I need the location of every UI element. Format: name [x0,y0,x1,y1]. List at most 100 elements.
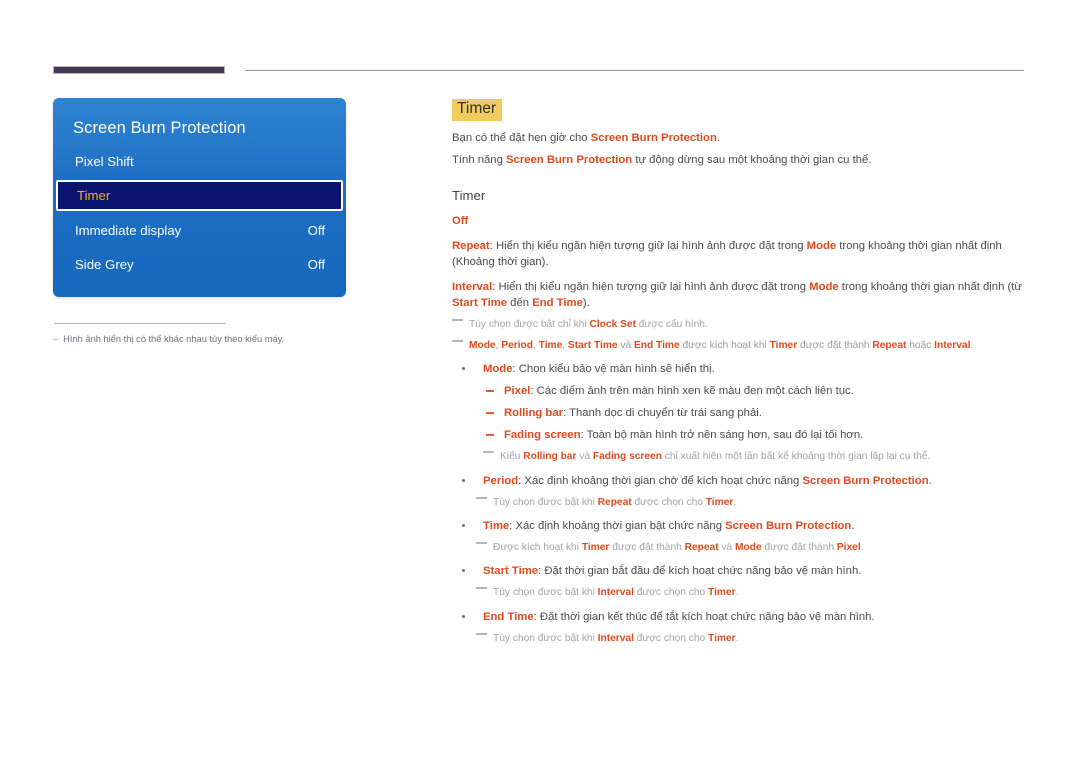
subbullet-rolling-text: : Thanh dọc di chuyển từ trái sang phải. [563,407,762,420]
keyword-mode: Mode [483,363,513,376]
osd-row-immediate-display[interactable]: Immediate display Off [53,215,346,245]
keyword-pixel: Pixel [504,385,531,398]
keyword-repeat: Repeat [597,496,632,508]
keyword-timer: Timer [708,632,736,644]
keyword-rolling-bar: Rolling bar [523,451,577,463]
osd-row-timer[interactable]: Timer [56,180,343,211]
bullet-dot-icon [462,478,465,482]
note-text-b: được đặt thành [609,542,685,554]
option-off: Off [452,213,1030,229]
keyword-end-time: End Time [532,296,583,309]
osd-row-label: Side Grey [75,256,134,272]
keyword-timer: Timer [581,542,610,554]
note-text-a: Kiểu [500,451,524,463]
keyword-mode: Mode [806,239,837,252]
note-text-a: Tùy chọn được bật khi [493,632,598,644]
keyword-repeat: Repeat [872,340,907,351]
keyword-pixel: Pixel [836,542,861,554]
keyword-mode: Mode [735,542,762,554]
note-dash-marker [483,451,494,454]
option-interval-text-a: : Hiển thị kiểu ngăn hiện tượng giữ lại … [492,280,810,293]
note-dash-marker [452,340,463,342]
bullet-dot-icon [462,367,465,371]
note-text: . [970,340,974,351]
keyword-time: Time [538,340,563,351]
footnote-dash-marker: – [53,334,59,344]
header-divider-line [245,70,1024,71]
option-repeat-label: Repeat [452,239,490,252]
note-dash-marker [476,542,487,545]
bullet-start-time: Start Time: Đặt thời gian bắt đầu để kíc… [452,563,1030,579]
note-start-time: Tùy chọn được bật khi Interval được chọn… [476,586,1030,600]
keyword-fading-screen: Fading screen [504,429,581,442]
bullet-period: Period: Xác định khoảng thời gian chờ để… [452,473,1030,489]
bullet-time-text-b: . [851,520,855,532]
bullet-period-text-b: . [928,474,932,487]
note-text-a: Tùy chọn được bật khi [493,587,598,599]
note-text-c: và [718,542,736,554]
note-sep: và [617,340,634,351]
note-text-c: chỉ xuất hiện một lần bất kể khoảng thời… [661,451,931,463]
subbullet-dash-icon [486,412,494,414]
keyword-interval: Interval [597,587,634,599]
keyword-mode: Mode [469,340,496,351]
osd-row-label: Immediate display [75,222,182,238]
note-text-b: được cấu hình. [635,318,708,330]
subbullet-rolling-bar: Rolling bar: Thanh dọc di chuyển từ trái… [452,405,1030,421]
osd-row-side-grey[interactable]: Side Grey Off [53,249,346,279]
option-interval: Interval: Hiển thị kiểu ngăn hiện tượng … [452,279,1030,311]
keyword-time: Time [483,520,510,532]
osd-row-label: Pixel Shift [75,153,134,169]
note-text: hoặc [906,340,935,351]
bullet-period-text-a: : Xác định khoảng thời gian chờ để kích … [518,474,803,487]
keyword-interval: Interval [934,340,971,351]
osd-row-label: Timer [77,188,111,203]
note-text-a: Tùy chọn được bật chỉ khi [469,318,590,330]
bullet-start-time-text: : Đặt thời gian bắt đầu để kích hoạt chứ… [538,565,862,578]
note-time: Được kích hoạt khi Timer được đặt thành … [476,541,1030,555]
keyword-timer: Timer [708,587,736,599]
option-interval-text-c: đến [507,296,533,309]
note-clock-set: Tùy chọn được bật chỉ khi Clock Set được… [452,318,1030,332]
keyword-start-time: Start Time [483,565,539,578]
note-text-c: . [733,496,737,508]
bullet-time-text-a: : Xác định khoảng thời gian bật chức năn… [509,520,726,532]
keyword-rolling-bar: Rolling bar [504,407,563,420]
option-repeat-text-a: : Hiển thị kiểu ngăn hiện tượng giữ lại … [489,239,807,252]
footnote-text: Hình ảnh hiển thị có thể khác nhau tùy t… [63,334,285,344]
bullet-dot-icon [462,614,465,618]
right-column: Timer Bạn có thể đặt hẹn giờ cho Screen … [452,99,1030,646]
osd-row-pixel-shift[interactable]: Pixel Shift [53,146,346,176]
intro-paragraph-2: Tính năng Screen Burn Protection tự động… [452,152,1030,168]
subbullet-pixel: Pixel: Các điểm ảnh trên màn hình xen kẽ… [452,383,1030,399]
note-text-c: . [735,587,739,599]
keyword-timer: Timer [705,496,734,508]
keyword-screen-burn-protection: Screen Burn Protection [725,520,852,532]
keyword-end-time: End Time [483,610,534,623]
page-header-rules [0,0,1080,74]
osd-panel-title: Screen Burn Protection [73,119,246,137]
option-interval-text-d: ). [582,296,590,309]
keyword-mode: Mode [809,280,839,293]
subbullet-pixel-text: : Các điểm ảnh trên màn hình xen kẽ màu … [530,385,854,398]
keyword-fading-screen: Fading screen [592,451,662,463]
bullet-dot-icon [462,569,465,573]
keyword-repeat: Repeat [684,542,719,554]
note-dash-marker [452,318,463,321]
note-dash-marker [476,587,487,590]
option-interval-label: Interval [452,280,493,293]
osd-footnote: – Hình ảnh hiển thị có thể khác nhau tùy… [53,333,346,346]
note-text-b: được chọn cho [633,587,709,599]
bullet-end-time-text: : Đặt thời gian kết thúc để tắt kích hoạ… [533,610,875,623]
note-text-b: được chọn cho [633,632,709,644]
osd-row-value: Off [307,256,325,272]
note-text-a: Tùy chọn được bật khi [493,496,598,508]
option-off-label: Off [452,214,469,227]
section-heading-wrap: Timer [452,99,1030,121]
keyword-screen-burn-protection: Screen Burn Protection [506,154,633,167]
note-text: được đặt thành [797,340,873,351]
intro-1-text-b: . [716,131,721,144]
osd-row-value: Off [307,222,325,238]
bullet-mode-text: : Chọn kiểu bảo vệ màn hình sẽ hiển thị. [512,363,715,376]
note-end-time: Tùy chọn được bật khi Interval được chọn… [476,632,1030,646]
